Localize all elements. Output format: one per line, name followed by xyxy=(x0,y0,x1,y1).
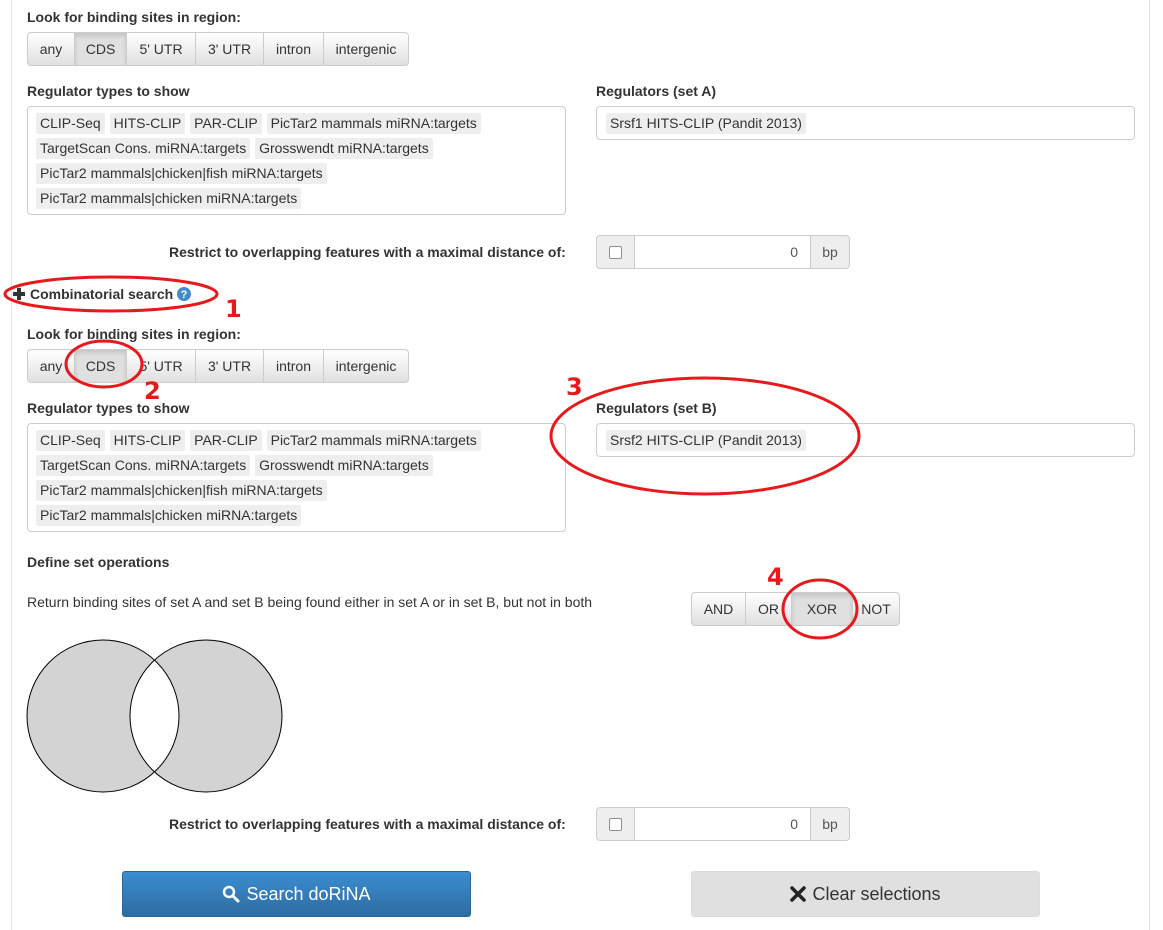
regulators-select-b[interactable]: Srsf2 HITS-CLIP (Pandit 2013) xyxy=(596,423,1135,457)
region-any-button-b[interactable]: any xyxy=(27,349,75,383)
regulator-tag-b[interactable]: Srsf2 HITS-CLIP (Pandit 2013) xyxy=(606,429,806,451)
regulator-types-label-a: Regulator types to show xyxy=(27,83,190,99)
region-button-group-b: any CDS 5' UTR 3' UTR intron intergenic xyxy=(27,349,409,383)
op-and-button[interactable]: AND xyxy=(691,592,746,626)
annotation-label-1: 1 xyxy=(225,295,242,323)
type-tag[interactable]: Grosswendt miRNA:targets xyxy=(255,455,433,476)
regulator-tag-a[interactable]: Srsf1 HITS-CLIP (Pandit 2013) xyxy=(606,112,806,134)
region-label-b: Look for binding sites in region: xyxy=(27,326,241,342)
combinatorial-search-toggle[interactable]: Combinatorial search ? xyxy=(12,286,192,302)
svg-text:?: ? xyxy=(181,289,188,301)
region-intron-button-a[interactable]: intron xyxy=(263,32,324,66)
region-3utr-button-a[interactable]: 3' UTR xyxy=(195,32,264,66)
annotation-label-3: 3 xyxy=(566,373,583,401)
region-5utr-button-b[interactable]: 5' UTR xyxy=(126,349,196,383)
type-tag[interactable]: PAR-CLIP xyxy=(190,430,262,451)
type-tag[interactable]: TargetScan Cons. miRNA:targets xyxy=(36,138,251,159)
region-intergenic-button-b[interactable]: intergenic xyxy=(323,349,409,383)
region-cds-button-b[interactable]: CDS xyxy=(74,349,127,383)
type-tag[interactable]: PicTar2 mammals|chicken miRNA:targets xyxy=(36,188,302,209)
distance-group-b: 0 bp xyxy=(596,807,850,841)
type-tag[interactable]: HITS-CLIP xyxy=(109,430,186,451)
region-any-button-a[interactable]: any xyxy=(27,32,75,66)
plus-icon xyxy=(13,288,25,300)
distance-input-b[interactable]: 0 xyxy=(635,807,811,841)
regulators-label-a: Regulators (set A) xyxy=(596,83,717,99)
type-tag[interactable]: CLIP-Seq xyxy=(36,113,105,134)
regulators-label-b: Regulators (set B) xyxy=(596,400,717,416)
distance-unit-a: bp xyxy=(811,235,850,269)
page-border-right xyxy=(1149,0,1150,930)
type-tag[interactable]: TargetScan Cons. miRNA:targets xyxy=(36,455,251,476)
combinatorial-search-label: Combinatorial search xyxy=(30,286,174,302)
op-or-button[interactable]: OR xyxy=(745,592,792,626)
type-tag[interactable]: CLIP-Seq xyxy=(36,430,105,451)
help-icon[interactable]: ? xyxy=(177,287,192,301)
set-operations-label: Define set operations xyxy=(27,554,170,570)
clear-selections-button[interactable]: Clear selections xyxy=(691,871,1040,917)
type-tag[interactable]: HITS-CLIP xyxy=(109,113,186,134)
regulator-types-select-b[interactable]: CLIP-Seq HITS-CLIP PAR-CLIP PicTar2 mamm… xyxy=(27,423,566,532)
region-label-a: Look for binding sites in region: xyxy=(27,9,241,25)
op-xor-button[interactable]: XOR xyxy=(791,592,853,626)
restrict-label-b: Restrict to overlapping features with a … xyxy=(169,816,566,832)
region-button-group-a: any CDS 5' UTR 3' UTR intron intergenic xyxy=(27,32,409,66)
distance-checkbox-b[interactable] xyxy=(609,817,622,831)
distance-checkbox-addon-b xyxy=(596,807,635,841)
type-tag[interactable]: PicTar2 mammals miRNA:targets xyxy=(266,430,481,451)
search-icon xyxy=(223,885,240,903)
op-not-button[interactable]: NOT xyxy=(852,592,900,626)
set-operation-button-group: AND OR XOR NOT xyxy=(691,592,900,626)
restrict-label-a: Restrict to overlapping features with a … xyxy=(169,244,566,260)
type-tag[interactable]: Grosswendt miRNA:targets xyxy=(255,138,433,159)
annotation-label-2: 2 xyxy=(144,377,161,405)
set-operation-description: Return binding sites of set A and set B … xyxy=(27,594,593,610)
annotation-label-4: 4 xyxy=(767,563,784,591)
region-cds-button-a[interactable]: CDS xyxy=(74,32,127,66)
clear-button-label: Clear selections xyxy=(812,883,941,904)
region-3utr-button-b[interactable]: 3' UTR xyxy=(195,349,264,383)
distance-group-a: 0 bp xyxy=(596,235,850,269)
close-icon xyxy=(790,886,807,902)
distance-input-a[interactable]: 0 xyxy=(635,235,811,269)
regulator-types-select-a[interactable]: CLIP-Seq HITS-CLIP PAR-CLIP PicTar2 mamm… xyxy=(27,106,566,215)
type-tag[interactable]: PicTar2 mammals|chicken miRNA:targets xyxy=(36,505,302,526)
distance-checkbox-addon-a xyxy=(596,235,635,269)
venn-diagram xyxy=(26,639,283,793)
search-button-label: Search doRiNA xyxy=(246,883,371,904)
type-tag[interactable]: PicTar2 mammals|chicken|fish miRNA:targe… xyxy=(36,480,327,501)
type-tag[interactable]: PicTar2 mammals miRNA:targets xyxy=(266,113,481,134)
page-border-left xyxy=(11,0,12,930)
type-tag[interactable]: PAR-CLIP xyxy=(190,113,262,134)
distance-checkbox-a[interactable] xyxy=(609,245,622,259)
search-button[interactable]: Search doRiNA xyxy=(122,871,471,917)
region-5utr-button-a[interactable]: 5' UTR xyxy=(126,32,196,66)
distance-unit-b: bp xyxy=(811,807,850,841)
type-tag[interactable]: PicTar2 mammals|chicken|fish miRNA:targe… xyxy=(36,163,327,184)
regulator-types-label-b: Regulator types to show xyxy=(27,400,190,416)
region-intergenic-button-a[interactable]: intergenic xyxy=(323,32,409,66)
region-intron-button-b[interactable]: intron xyxy=(263,349,324,383)
regulators-select-a[interactable]: Srsf1 HITS-CLIP (Pandit 2013) xyxy=(596,106,1135,140)
